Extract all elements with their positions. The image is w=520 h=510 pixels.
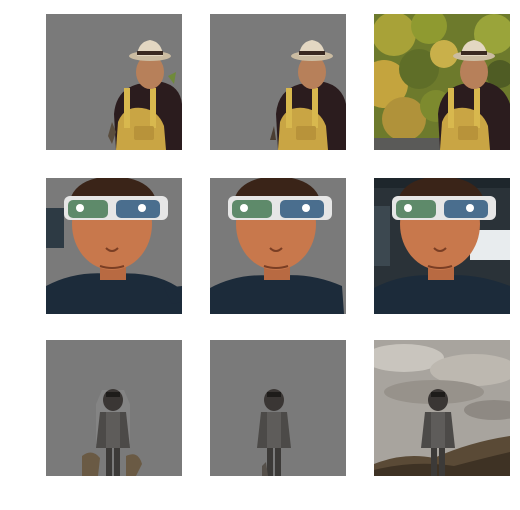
image-cell-r1c2 bbox=[210, 14, 346, 150]
image-cell-r1c3 bbox=[374, 14, 510, 150]
man-sunglasses-mask-coarse-image bbox=[46, 178, 182, 314]
backpacker-mask-coarse-image bbox=[46, 14, 182, 150]
image-cell-r3c1 bbox=[46, 340, 182, 476]
image-cell-r2c1 bbox=[46, 178, 182, 314]
backpacker-original-image bbox=[374, 14, 510, 150]
image-cell-r1c1 bbox=[46, 14, 182, 150]
image-cell-r3c3 bbox=[374, 340, 510, 476]
image-cell-r2c3 bbox=[374, 178, 510, 314]
walking-figure-original-image bbox=[374, 340, 510, 476]
man-sunglasses-original-image bbox=[374, 178, 510, 314]
backpacker-mask-refined-image bbox=[210, 14, 346, 150]
man-sunglasses-mask-refined-image bbox=[210, 178, 346, 314]
image-cell-r3c2 bbox=[210, 340, 346, 476]
image-cell-r2c2 bbox=[210, 178, 346, 314]
walking-figure-mask-refined-image bbox=[210, 340, 346, 476]
walking-figure-mask-coarse-image bbox=[46, 340, 182, 476]
